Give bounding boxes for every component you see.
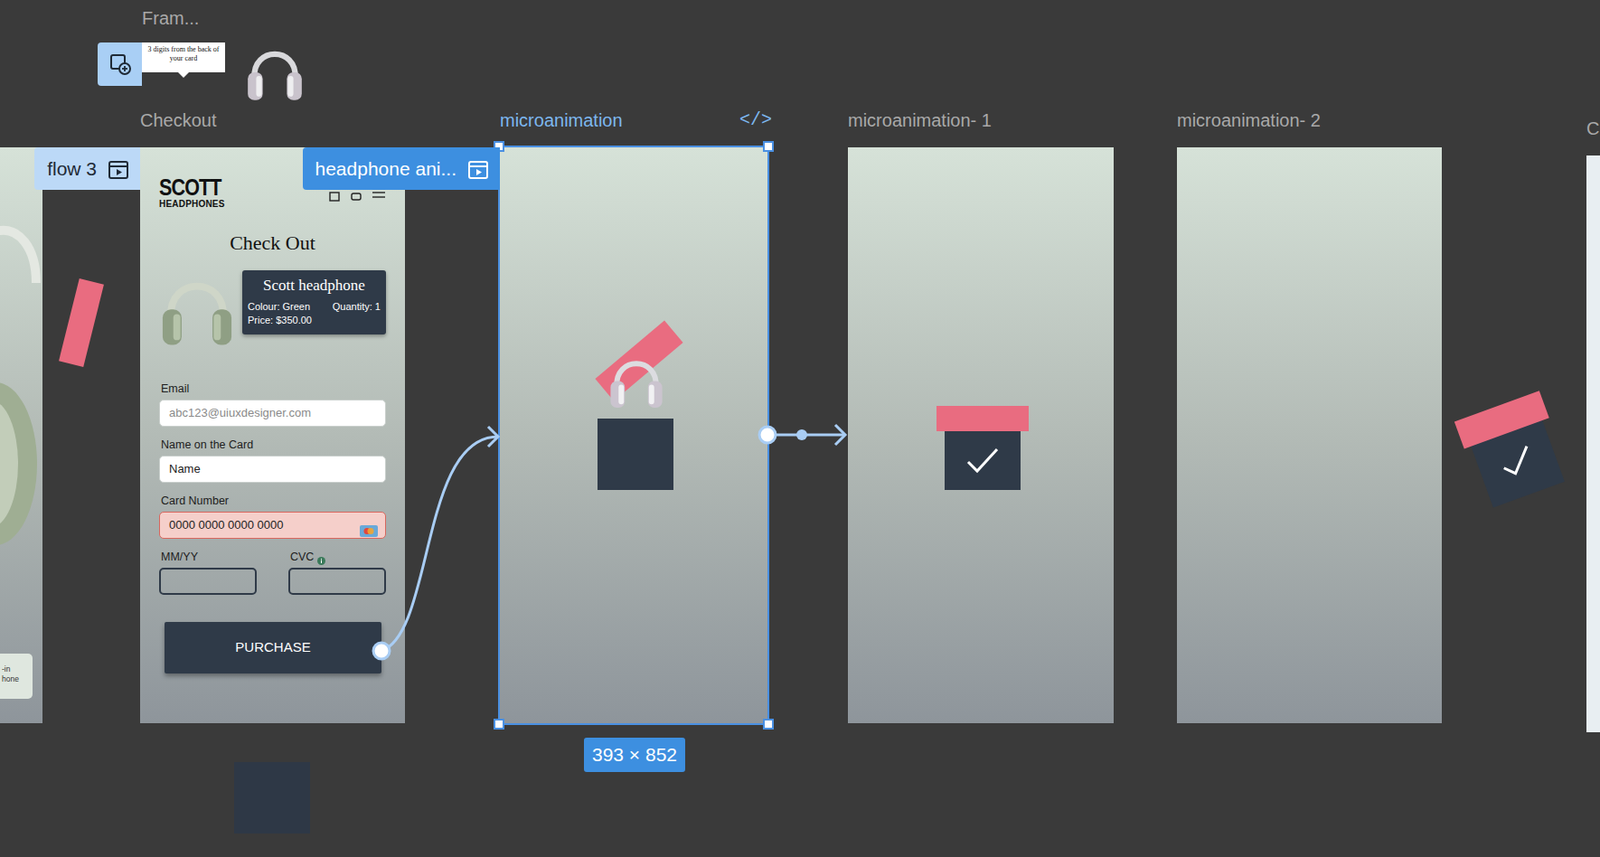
field-label-text: MM/YY [160,549,198,565]
feature-text: hone [1,674,31,685]
pink-bar[interactable] [58,278,104,368]
frame-label[interactable]: Fram... [141,7,199,29]
field-label: Card Number [159,493,386,509]
prototype-connections [0,0,1600,857]
resize-handle[interactable] [762,718,774,730]
text-input[interactable] [169,516,355,535]
form-field: CVC [288,549,386,595]
checkout-screen: SCOTTHEADPHONES Check Out Scott headphone C… [140,147,405,724]
product-name: Scott headphone [247,275,381,296]
product-quantity: Quantity: 1 [332,300,381,314]
flow-tag[interactable]: headphone ani... [302,147,500,190]
checkout-form: Email Name on the Card Card Number MM/YY CVC [159,381,386,595]
text-input[interactable] [299,572,377,591]
left-frame[interactable]: -inhone [0,147,43,724]
check-box [944,431,1021,490]
form-field: Card Number [159,493,386,539]
play-frame-icon [467,154,490,184]
field-label: CVC [288,549,386,565]
logo[interactable]: SCOTTHEADPHONES [159,176,232,210]
headphone-image [0,147,43,582]
frame-label[interactable]: microanimation [499,109,623,132]
field-label-text: CVC [290,549,314,565]
code-icon[interactable]: </> [739,109,772,132]
frame[interactable]: SCOTTHEADPHONES Check Out Scott headphone C… [140,147,405,724]
flow-tag[interactable]: flow 3 [34,147,141,190]
headphone-image [244,40,305,106]
text-input[interactable] [169,404,378,423]
expiry-row: MM/YY CVC [159,549,386,595]
form-field: MM/YY [159,549,257,595]
info-icon [317,553,326,562]
input-box [159,567,257,595]
field-label-text: Card Number [160,493,229,509]
input-box [288,567,386,595]
frame-label[interactable]: microanimation- 1 [847,109,992,132]
headphone-image [607,350,666,414]
form-field: Name on the Card [159,437,386,483]
frame[interactable] [847,147,1114,724]
play-frame-icon [107,154,130,184]
frame-label[interactable]: C [1586,117,1600,140]
frame-label[interactable]: microanimation- 2 [1176,109,1321,132]
field-label: Name on the Card [159,437,386,452]
feature-text: -in [1,664,31,675]
card-icon [359,519,378,532]
product-details: Colour: Green Quantity: 1 [247,300,381,314]
product-colour: Colour: Green [247,300,311,314]
check-icon [964,445,1001,477]
size-badge: 393 × 852 [583,737,686,772]
checkout-title: Check Out [159,231,386,255]
flow-tag-label: headphone ani... [315,154,457,184]
input-box [159,511,386,539]
product-row: Scott headphone Colour: Green Quantity: 1P… [159,266,386,355]
design-canvas[interactable]: -inhone Fram... 3 digits from the back of … [0,0,1600,857]
frame[interactable] [1586,155,1600,733]
input-box [159,399,386,427]
product-card: Scott headphone Colour: Green Quantity: 1P… [242,270,386,335]
pink-bar [594,320,683,402]
flow-tag-label: flow 3 [47,154,97,184]
field-label: MM/YY [159,549,257,565]
logo-line: SCOTT [159,176,222,199]
frame-label[interactable]: Checkout [140,109,217,132]
frame[interactable] [499,147,768,724]
product-image [159,266,236,355]
tooltip: 3 digits from the back of your card [141,42,226,73]
check-box-group[interactable] [1438,372,1582,521]
text-input[interactable] [169,572,248,591]
field-label: Email [159,381,386,396]
input-box [159,455,386,483]
resize-handle[interactable] [762,141,774,152]
resize-handle[interactable] [493,718,505,730]
dark-square [597,418,674,490]
logo-line: HEADPHONES [159,198,232,210]
check-icon [1495,442,1540,484]
purchase-button[interactable]: PURCHASE [164,621,382,674]
field-label-text: Name on the Card [160,437,254,452]
frame-add-icon[interactable] [97,42,142,86]
pink-bar [936,405,1029,432]
form-field: Email [159,381,386,427]
field-label-text: Email [160,381,189,396]
product-price: Price: $350.00 [247,313,381,328]
feature-card: -inhone [0,653,33,699]
frame[interactable] [1176,147,1442,724]
text-input[interactable] [169,460,378,479]
dark-square[interactable] [234,762,311,834]
